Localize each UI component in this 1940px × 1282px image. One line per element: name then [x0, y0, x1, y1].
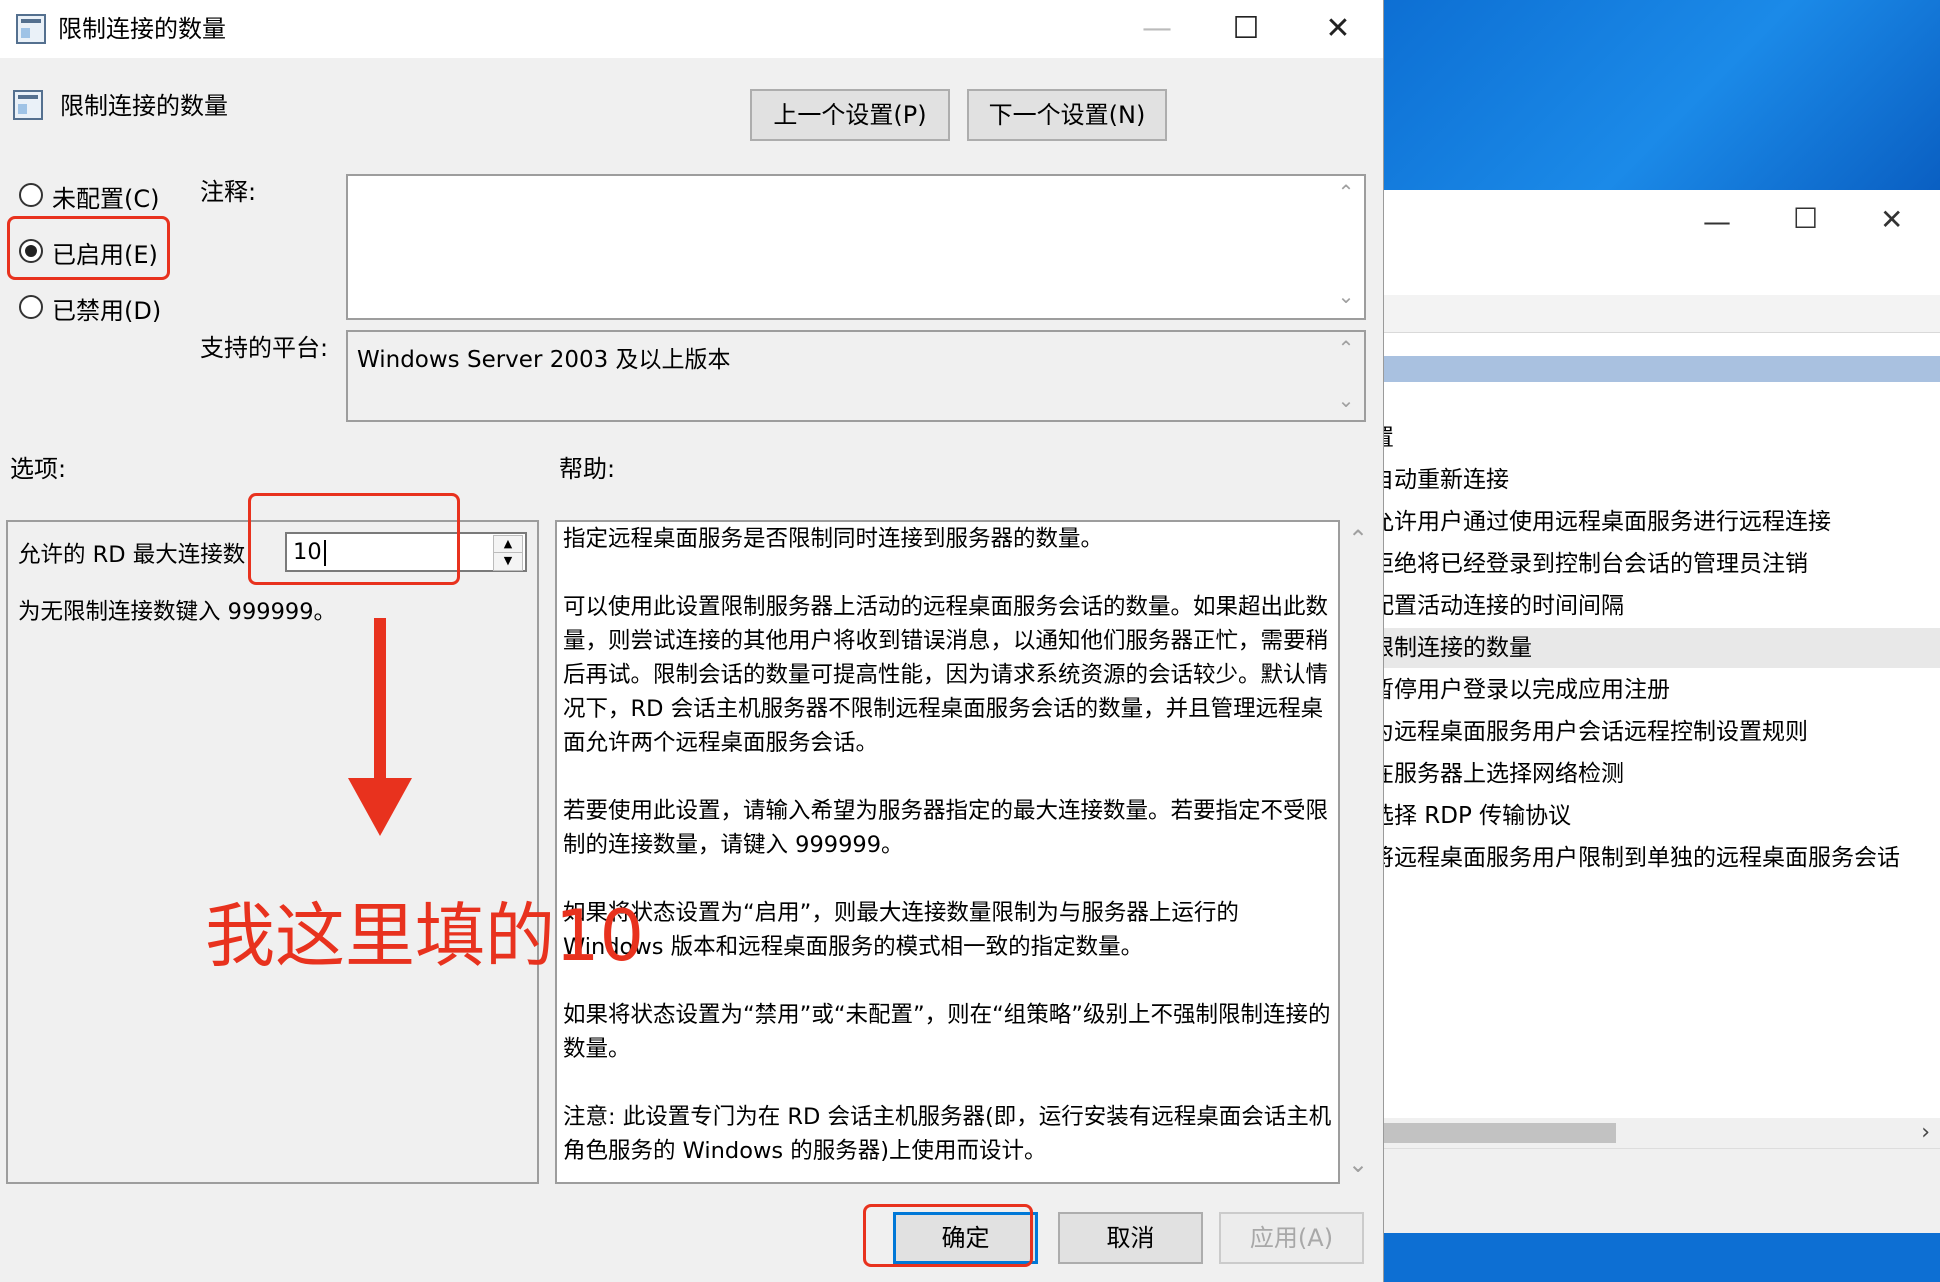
list-item-label: 在服务器上选择网络检测	[1371, 761, 1624, 787]
next-setting-label: 下一个设置(N)	[988, 101, 1146, 129]
cancel-button[interactable]: 取消	[1058, 1212, 1203, 1264]
scroll-down-icon[interactable]: ⌄	[1334, 388, 1358, 412]
background-window-toolbar	[1383, 295, 1940, 333]
annotation-text: 我这里填的10	[205, 895, 645, 977]
apply-label: 应用(A)	[1249, 1224, 1334, 1252]
list-item-selected[interactable]: 限制连接的数量	[1371, 628, 1940, 668]
list-item[interactable]: 在服务器上选择网络检测	[1371, 754, 1940, 794]
scroll-up-icon[interactable]: ⌃	[1334, 180, 1358, 204]
max-connections-label: 允许的 RD 最大连接数	[18, 542, 246, 568]
minimize-icon: —	[1142, 11, 1172, 46]
help-paragraph: 若要使用此设置，请输入希望为服务器指定的最大连接数量。若要指定不受限制的连接数量…	[563, 798, 1329, 858]
spin-down-button[interactable]: ▼	[493, 552, 523, 571]
close-icon[interactable]: ✕	[1308, 0, 1368, 58]
desktop-background-bottom	[1383, 1232, 1940, 1282]
previous-setting-button[interactable]: 上一个设置(P)	[750, 89, 950, 141]
list-item[interactable]: 拒绝将已经登录到控制台会话的管理员注销	[1371, 544, 1940, 584]
list-item-label: 为远程桌面服务用户会话远程控制设置规则	[1371, 719, 1808, 745]
scrollbar-thumb[interactable]	[1383, 1123, 1616, 1143]
list-item[interactable]: 置	[1371, 418, 1940, 458]
list-item-label: 选择 RDP 传输协议	[1371, 803, 1572, 829]
options-label: 选项:	[10, 455, 67, 483]
help-paragraph: 如果将状态设置为“启用”，则最大连接数量限制为与服务器上运行的 Windows …	[563, 900, 1239, 960]
radio-disabled-label[interactable]: 已禁用(D)	[52, 291, 161, 326]
policy-settings-dialog: 限制连接的数量 — ☐ ✕ 限制连接的数量 上一个设置(P) 下一个设置(N) …	[0, 0, 1384, 1282]
supported-platform-label: 支持的平台:	[200, 334, 329, 362]
list-item-label: 拒绝将已经登录到控制台会话的管理员注销	[1371, 551, 1808, 577]
list-column-header[interactable]	[1383, 356, 1940, 382]
supported-platform-field: Windows Server 2003 及以上版本 ⌃ ⌄	[346, 330, 1366, 422]
list-item-label: 允许用户通过使用远程桌面服务进行远程连接	[1371, 509, 1831, 535]
list-item[interactable]: 暂停用户登录以完成应用注册	[1371, 670, 1940, 710]
dialog-title: 限制连接的数量	[58, 15, 226, 43]
desktop-background	[1383, 0, 1940, 190]
maximize-icon[interactable]: ☐	[1793, 202, 1818, 235]
list-item-label: 将远程桌面服务用户限制到单独的远程桌面服务会话	[1371, 845, 1900, 871]
background-window-footer	[1383, 1148, 1940, 1233]
policy-icon	[16, 14, 46, 44]
list-item[interactable]: 配置活动连接的时间间隔	[1371, 586, 1940, 626]
list-item-label: 暂停用户登录以完成应用注册	[1371, 677, 1670, 703]
scroll-down-icon[interactable]: ⌄	[1334, 284, 1358, 308]
help-label: 帮助:	[559, 455, 616, 483]
list-item[interactable]: 将远程桌面服务用户限制到单独的远程桌面服务会话	[1371, 838, 1940, 878]
annotation-highlight-ok	[863, 1204, 1033, 1267]
horizontal-scrollbar[interactable]: ›	[1383, 1118, 1940, 1148]
help-paragraph: 如果将状态设置为“禁用”或“未配置”，则在“组策略”级别上不强制限制连接的数量。	[563, 1002, 1331, 1062]
list-item-label: 限制连接的数量	[1371, 635, 1532, 661]
scroll-right-icon[interactable]: ›	[1921, 1118, 1930, 1148]
policy-name: 限制连接的数量	[60, 92, 228, 120]
list-item[interactable]: 允许用户通过使用远程桌面服务进行远程连接	[1371, 502, 1940, 542]
apply-button[interactable]: 应用(A)	[1219, 1212, 1364, 1264]
list-item[interactable]: 为远程桌面服务用户会话远程控制设置规则	[1371, 712, 1940, 752]
background-window-titlebar: — ☐ ✕	[1383, 190, 1940, 296]
list-item[interactable]: 自动重新连接	[1371, 460, 1940, 500]
comment-textarea[interactable]: ⌃ ⌄	[346, 174, 1366, 320]
help-scroll-up-icon[interactable]: ⌃	[1346, 525, 1370, 553]
radio-disabled[interactable]	[19, 295, 43, 319]
annotation-arrow-down-icon	[348, 618, 412, 836]
annotation-highlight-input	[248, 493, 460, 585]
help-paragraph: 可以使用此设置限制服务器上活动的远程桌面服务会话的数量。如果超出此数量，则尝试连…	[563, 594, 1329, 756]
help-scroll-down-icon[interactable]: ⌄	[1346, 1150, 1370, 1178]
cancel-label: 取消	[1106, 1224, 1155, 1252]
list-item[interactable]: 选择 RDP 传输协议	[1371, 796, 1940, 836]
policy-icon	[13, 90, 43, 120]
help-paragraph: 指定远程桌面服务是否限制同时连接到服务器的数量。	[563, 526, 1104, 552]
scroll-up-icon[interactable]: ⌃	[1334, 336, 1358, 360]
radio-not-configured-label[interactable]: 未配置(C)	[52, 179, 159, 214]
background-editor-window[interactable]: — ☐ ✕ 置 自动重新连接 允许用户通过使用远程桌面服务进行远程连接 拒绝将已…	[1371, 190, 1940, 1233]
options-panel: 允许的 RD 最大连接数 10 ▲ ▼ 为无限制连接数键入 999999。	[6, 520, 539, 1184]
maximize-icon[interactable]: ☐	[1216, 0, 1276, 58]
radio-not-configured[interactable]	[19, 183, 43, 207]
help-paragraph: 注意: 此设置专门为在 RD 会话主机服务器(即，运行安装有远程桌面会话主机角色…	[563, 1104, 1332, 1164]
previous-setting-label: 上一个设置(P)	[773, 101, 927, 129]
annotation-highlight-enabled	[7, 216, 170, 280]
comment-label: 注释:	[200, 178, 257, 206]
list-item-label: 自动重新连接	[1371, 467, 1509, 493]
help-panel: 指定远程桌面服务是否限制同时连接到服务器的数量。 可以使用此设置限制服务器上活动…	[555, 520, 1340, 1184]
unlimited-hint: 为无限制连接数键入 999999。	[18, 599, 337, 625]
dialog-titlebar[interactable]: 限制连接的数量 — ☐ ✕	[0, 0, 1383, 58]
list-item-label: 配置活动连接的时间间隔	[1371, 593, 1624, 619]
close-icon[interactable]: ✕	[1880, 203, 1903, 236]
next-setting-button[interactable]: 下一个设置(N)	[967, 89, 1167, 141]
supported-platform-value: Windows Server 2003 及以上版本	[357, 347, 731, 373]
minimize-icon[interactable]: —	[1703, 205, 1731, 238]
